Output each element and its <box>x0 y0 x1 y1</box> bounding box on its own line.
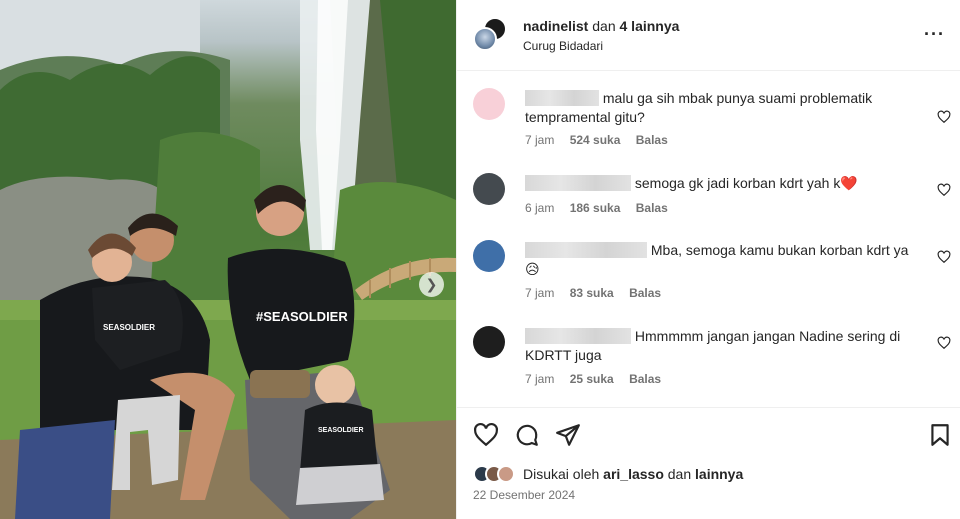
share-icon[interactable] <box>555 422 581 448</box>
comment-time: 6 jam <box>525 201 555 215</box>
redacted-username <box>525 242 647 258</box>
liked-by: Disukai oleh ari_lasso dan lainnya <box>473 464 743 484</box>
avatar <box>497 465 515 483</box>
reply-button[interactable]: Balas <box>636 201 668 215</box>
collab-avatars[interactable] <box>473 17 509 53</box>
redacted-username <box>525 328 631 344</box>
heart-emoji: ❤️ <box>840 175 858 191</box>
author-username-link[interactable]: nadinelist <box>523 18 588 34</box>
baby-shirt-text: SEASOLDIER <box>318 427 364 434</box>
liked-by-text: Disukai oleh ari_lasso dan lainnya <box>523 466 743 482</box>
redacted-username <box>525 175 631 191</box>
comment-text-block: malu ga sih mbak punya suami problematik… <box>525 89 925 127</box>
comment-likes[interactable]: 186 suka <box>570 201 621 215</box>
post-date: 22 Desember 2024 <box>473 488 576 502</box>
comment-meta: 6 jam 186 suka Balas <box>525 201 680 215</box>
comment-likes[interactable]: 25 suka <box>570 372 614 386</box>
comment-text: semoga gk jadi korban kdrt yah k <box>634 175 841 191</box>
comment-time: 7 jam <box>525 133 555 147</box>
post-authors: nadinelist dan 4 lainnya <box>523 18 679 34</box>
reply-button[interactable]: Balas <box>636 133 668 147</box>
comment-meta: 7 jam 25 suka Balas <box>525 372 673 386</box>
woman-shirt-text: #SEASOLDIER <box>256 309 348 324</box>
photo-illustration: #SEASOLDIER SEASOLDIER SEASOLDIER <box>0 0 456 519</box>
comments-list[interactable]: malu ga sih mbak punya suami problematik… <box>457 72 960 407</box>
other-authors-link[interactable]: 4 lainnya <box>620 18 680 34</box>
avatar <box>473 27 497 51</box>
comment-text: Mba, semoga kamu bukan korban kdrt ya <box>650 242 909 258</box>
avatar[interactable] <box>473 326 505 358</box>
avatar[interactable] <box>473 88 505 120</box>
reply-button[interactable]: Balas <box>629 286 661 300</box>
avatar[interactable] <box>473 240 505 272</box>
comment-text-block: semoga gk jadi korban kdrt yah k❤️ <box>525 174 925 193</box>
heart-icon[interactable] <box>937 250 951 264</box>
comment-text-block: Mba, semoga kamu bukan korban kdrt ya 😥 <box>525 241 925 279</box>
redacted-username <box>525 90 599 106</box>
liked-prefix: Disukai oleh <box>523 466 600 482</box>
comment-time: 7 jam <box>525 372 555 386</box>
comment-time: 7 jam <box>525 286 555 300</box>
heart-icon[interactable] <box>937 183 951 197</box>
more-icon[interactable]: ··· <box>924 24 945 45</box>
comment-likes[interactable]: 83 suka <box>570 286 614 300</box>
heart-icon[interactable] <box>937 336 951 350</box>
liked-user-link[interactable]: ari_lasso <box>603 466 664 482</box>
comment-icon[interactable] <box>514 422 540 448</box>
bookmark-icon[interactable] <box>927 422 953 448</box>
heart-icon[interactable] <box>937 110 951 124</box>
chevron-right-icon: ❯ <box>425 276 438 292</box>
reply-button[interactable]: Balas <box>629 372 661 386</box>
sad-emoji: 😥 <box>525 261 540 277</box>
comment-likes[interactable]: 524 suka <box>570 133 621 147</box>
carousel-next-button[interactable]: ❯ <box>419 272 444 297</box>
post-details-panel: nadinelist dan 4 lainnya Curug Bidadari … <box>456 0 960 519</box>
comment-meta: 7 jam 524 suka Balas <box>525 133 680 147</box>
liked-joiner: dan <box>667 466 692 482</box>
liked-others-link[interactable]: lainnya <box>695 466 743 482</box>
comment-meta: 7 jam 83 suka Balas <box>525 286 673 300</box>
heart-icon[interactable] <box>473 422 499 448</box>
post-header: nadinelist dan 4 lainnya Curug Bidadari … <box>457 0 960 71</box>
location-link[interactable]: Curug Bidadari <box>523 39 603 53</box>
post-actions: Disukai oleh ari_lasso dan lainnya 22 De… <box>457 407 960 519</box>
avatar[interactable] <box>473 173 505 205</box>
author-joiner: dan <box>592 18 616 34</box>
comment-text-block: Hmmmmm jangan jangan Nadine sering di KD… <box>525 327 925 365</box>
post-photo[interactable]: #SEASOLDIER SEASOLDIER SEASOLDIER ❯ <box>0 0 456 519</box>
girl-shirt-text: SEASOLDIER <box>103 323 155 332</box>
